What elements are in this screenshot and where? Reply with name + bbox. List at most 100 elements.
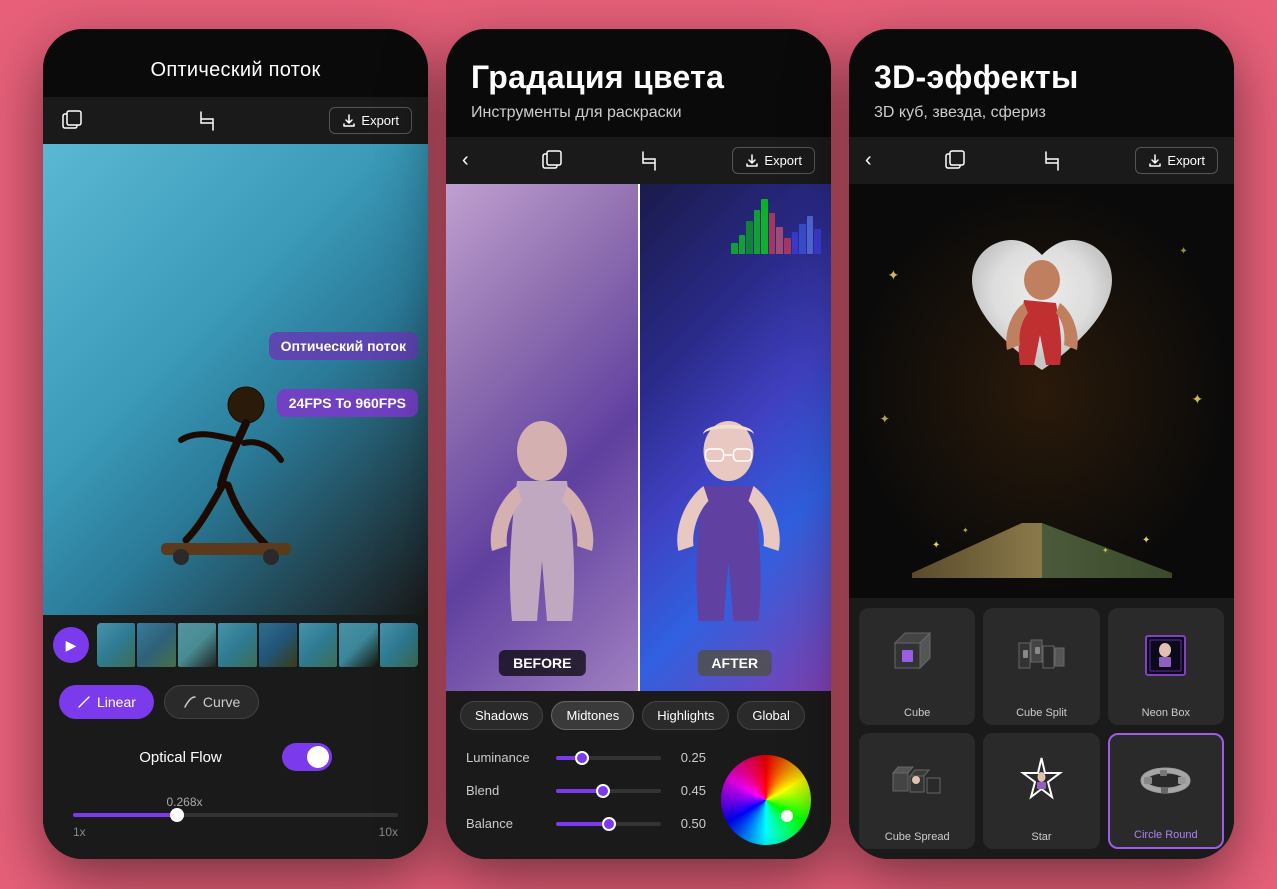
phone2-title-area: Градация цвета Инструменты для раскраски bbox=[446, 29, 831, 137]
phone3-content: ‹ Export bbox=[849, 137, 1234, 859]
optical-flow-control: Optical Flow bbox=[43, 729, 428, 785]
phone1-title: Оптический поток bbox=[63, 59, 408, 82]
curve-button[interactable]: Curve bbox=[164, 685, 259, 719]
effect-cube-split[interactable]: Cube Split bbox=[983, 608, 1099, 724]
luminance-value: 0.25 bbox=[671, 750, 706, 765]
tab-midtones[interactable]: Midtones bbox=[551, 701, 634, 730]
phone-color-grading: Градация цвета Инструменты для раскраски… bbox=[446, 29, 831, 859]
back-button[interactable]: ‹ bbox=[462, 149, 469, 172]
heart-shape bbox=[952, 225, 1132, 385]
speed-min: 1x bbox=[73, 825, 86, 839]
svg-text:✦: ✦ bbox=[1142, 535, 1150, 546]
after-label: AFTER bbox=[697, 650, 772, 676]
cube-split-label: Cube Split bbox=[1012, 704, 1071, 719]
blend-knob[interactable] bbox=[596, 784, 610, 798]
balance-row: Balance 0.50 bbox=[466, 816, 706, 831]
phone1-title-area: Оптический поток bbox=[43, 29, 428, 97]
blend-row: Blend 0.45 bbox=[466, 783, 706, 798]
speed-control: 0.268x 1x 10x bbox=[43, 785, 428, 859]
blend-value: 0.45 bbox=[671, 783, 706, 798]
crop-icon2[interactable] bbox=[636, 148, 662, 174]
frames-strip bbox=[97, 623, 418, 667]
back-button3[interactable]: ‹ bbox=[865, 149, 872, 172]
luminance-row: Luminance 0.25 bbox=[466, 750, 706, 765]
phone2-title: Градация цвета bbox=[466, 59, 811, 96]
book-spread: ✦ ✦ ✦ ✦ bbox=[902, 503, 1182, 583]
split-divider bbox=[638, 184, 640, 691]
balance-value: 0.50 bbox=[671, 816, 706, 831]
tab-global[interactable]: Global bbox=[737, 701, 805, 730]
balance-label: Balance bbox=[466, 816, 546, 831]
phone2-toolbar: ‹ Export bbox=[446, 137, 831, 184]
histogram bbox=[731, 199, 821, 254]
optical-flow-toggle[interactable] bbox=[282, 743, 332, 771]
neon-box-thumb bbox=[1108, 608, 1224, 703]
curve-controls: Linear Curve bbox=[43, 675, 428, 729]
circle-round-thumb bbox=[1110, 735, 1222, 826]
sticker-icon3[interactable] bbox=[942, 148, 968, 174]
color-tabs: Shadows Midtones Highlights Global bbox=[446, 691, 831, 740]
timeline-strip: ▶ bbox=[43, 615, 428, 675]
crop-icon3[interactable] bbox=[1039, 148, 1065, 174]
frame-thumb-1 bbox=[97, 623, 135, 667]
linear-button[interactable]: Linear bbox=[59, 685, 154, 719]
tab-highlights[interactable]: Highlights bbox=[642, 701, 729, 730]
frame-thumb-6 bbox=[299, 623, 337, 667]
effect-preview: ✦ ✦ ✦ ✦ ✦ ✦ ✦ ✦ bbox=[849, 184, 1234, 598]
effect-cube-spread[interactable]: Cube Spread bbox=[859, 733, 975, 849]
blend-track[interactable] bbox=[556, 789, 661, 793]
sticker-icon[interactable] bbox=[59, 108, 85, 134]
speed-track[interactable] bbox=[73, 813, 398, 817]
phone2-subtitle: Инструменты для раскраски bbox=[466, 96, 811, 122]
export-button3[interactable]: Export bbox=[1135, 147, 1218, 174]
circle-round-label: Circle Round bbox=[1130, 826, 1202, 841]
frame-thumb-5 bbox=[259, 623, 297, 667]
color-wheel[interactable] bbox=[721, 755, 811, 845]
balance-knob[interactable] bbox=[602, 817, 616, 831]
cube-thumb bbox=[859, 608, 975, 703]
balance-track[interactable] bbox=[556, 822, 661, 826]
luminance-knob[interactable] bbox=[575, 751, 589, 765]
sparkle1: ✦ bbox=[888, 267, 900, 284]
before-panel: BEFORE bbox=[446, 184, 639, 691]
phone3-title-area: 3D-эффекты 3D куб, звезда, сфериз bbox=[849, 29, 1234, 137]
speed-labels: 1x 10x bbox=[63, 825, 408, 839]
svg-text:✦: ✦ bbox=[1102, 546, 1109, 555]
phone1-content: Export bbox=[43, 97, 428, 859]
crop-icon[interactable] bbox=[194, 108, 220, 134]
phone3-subtitle: 3D куб, звезда, сфериз bbox=[869, 96, 1214, 122]
svg-text:✦: ✦ bbox=[932, 540, 940, 551]
speed-knob[interactable] bbox=[170, 808, 184, 822]
cube-spread-label: Cube Spread bbox=[881, 828, 954, 843]
sticker-icon2[interactable] bbox=[539, 148, 565, 174]
export-button[interactable]: Export bbox=[329, 107, 412, 134]
frame-thumb-3 bbox=[178, 623, 216, 667]
effects-grid: Cube Cube Split bbox=[849, 598, 1234, 859]
luminance-track[interactable] bbox=[556, 756, 661, 760]
sliders-left: Luminance 0.25 Blend 0.45 bbox=[466, 750, 706, 849]
frame-thumb-2 bbox=[137, 623, 175, 667]
frame-thumb-4 bbox=[218, 623, 256, 667]
phone1-toolbar: Export bbox=[43, 97, 428, 144]
cube-label: Cube bbox=[900, 704, 934, 719]
neon-box-label: Neon Box bbox=[1138, 704, 1194, 719]
tab-shadows[interactable]: Shadows bbox=[460, 701, 543, 730]
frame-thumb-7 bbox=[339, 623, 377, 667]
export-button2[interactable]: Export bbox=[732, 147, 815, 174]
effect-cube[interactable]: Cube bbox=[859, 608, 975, 724]
cube-split-thumb bbox=[983, 608, 1099, 703]
phone3-toolbar: ‹ Export bbox=[849, 137, 1234, 184]
optical-flow-video-label: Оптический поток bbox=[269, 332, 418, 360]
optical-flow-label: Optical Flow bbox=[139, 749, 222, 766]
sliders-area: Luminance 0.25 Blend 0.45 bbox=[446, 740, 831, 859]
split-image: BEFORE bbox=[446, 184, 831, 691]
frame-thumb-8 bbox=[380, 623, 418, 667]
effect-neon-box[interactable]: Neon Box bbox=[1108, 608, 1224, 724]
effect-circle-round[interactable]: Circle Round bbox=[1108, 733, 1224, 849]
play-button[interactable]: ▶ bbox=[53, 627, 89, 663]
sparkle3: ✦ bbox=[880, 412, 890, 426]
speed-fill bbox=[73, 813, 177, 817]
phone-3d-effects: 3D-эффекты 3D куб, звезда, сфериз ‹ bbox=[849, 29, 1234, 859]
effect-star[interactable]: Star bbox=[983, 733, 1099, 849]
before-label: BEFORE bbox=[499, 650, 585, 676]
